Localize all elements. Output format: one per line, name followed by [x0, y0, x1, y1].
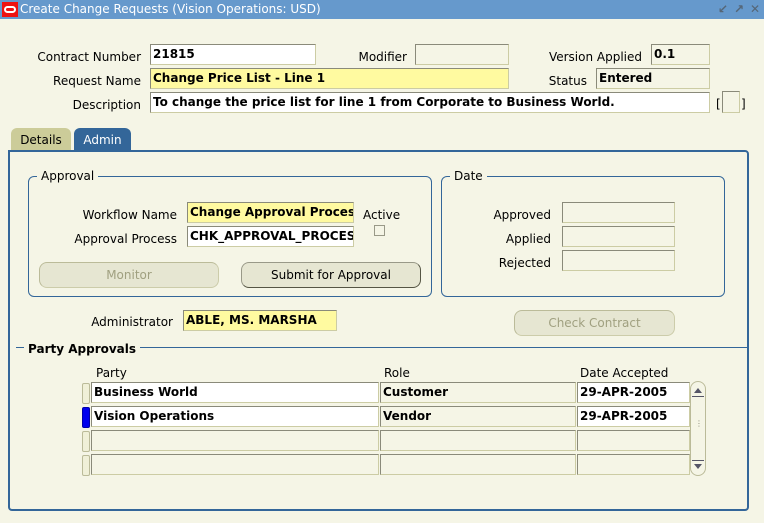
row-indicator-current[interactable] — [82, 407, 90, 428]
party-approvals-scrollbar[interactable]: ⋮ — [690, 381, 706, 476]
request-name-label: Request Name — [53, 74, 141, 88]
dff-close-bracket: ] — [741, 97, 746, 111]
monitor-button[interactable]: Monitor — [39, 262, 219, 288]
table-row: Vision Operations Vendor 29-APR-2005 — [82, 406, 690, 429]
rejected-label: Rejected — [498, 256, 551, 270]
administrator-field[interactable]: ABLE, MS. MARSHA — [183, 310, 337, 331]
table-row: Business World Customer 29-APR-2005 — [82, 382, 690, 405]
table-row — [82, 430, 690, 453]
role-cell[interactable]: Customer — [380, 382, 576, 403]
column-header-party: Party — [96, 366, 127, 380]
maximize-icon[interactable]: ↗ — [732, 2, 746, 17]
date-group-title: Date — [450, 168, 487, 184]
party-cell[interactable] — [91, 430, 379, 451]
version-applied-label: Version Applied — [548, 50, 642, 64]
workflow-name-field[interactable]: Change Approval Process — [187, 202, 354, 223]
descriptive-flexfield[interactable] — [722, 91, 740, 113]
scroll-grip-icon[interactable]: ⋮ — [695, 420, 703, 428]
approval-group-title: Approval — [37, 168, 99, 184]
date-accepted-cell[interactable]: 29-APR-2005 — [577, 406, 690, 427]
contract-number-field[interactable]: 21815 — [150, 44, 316, 65]
status-label: Status — [548, 74, 587, 88]
party-approvals-title: Party Approvals — [24, 341, 141, 357]
oracle-logo-icon — [2, 2, 18, 17]
party-cell[interactable]: Vision Operations — [91, 406, 379, 427]
submit-for-approval-button[interactable]: Submit for Approval — [241, 262, 421, 288]
approval-process-field[interactable]: CHK_APPROVAL_PROCESS — [187, 226, 354, 247]
role-cell[interactable]: Vendor — [380, 406, 576, 427]
approved-date-field[interactable] — [562, 202, 675, 223]
table-row — [82, 454, 690, 477]
role-cell[interactable] — [380, 430, 576, 451]
date-accepted-cell[interactable] — [577, 454, 690, 475]
party-cell[interactable] — [91, 454, 379, 475]
dff-open-bracket: [ — [716, 97, 721, 111]
modifier-field[interactable] — [415, 44, 509, 65]
workflow-name-label: Workflow Name — [82, 208, 177, 222]
tab-admin[interactable]: Admin — [74, 128, 131, 152]
row-indicator[interactable] — [82, 455, 90, 476]
rejected-date-field[interactable] — [562, 250, 675, 271]
description-field[interactable]: To change the price list for line 1 from… — [150, 92, 710, 113]
window-title-bar: Create Change Requests (Vision Operation… — [0, 0, 764, 19]
close-icon[interactable]: ✕ — [748, 2, 762, 17]
scroll-down-icon[interactable] — [694, 464, 702, 469]
row-indicator[interactable] — [82, 383, 90, 404]
scroll-track-bottom — [692, 460, 704, 461]
applied-date-field[interactable] — [562, 226, 675, 247]
date-accepted-cell[interactable]: 29-APR-2005 — [577, 382, 690, 403]
approved-label: Approved — [493, 208, 551, 222]
administrator-label: Administrator — [91, 315, 173, 329]
applied-label: Applied — [505, 232, 551, 246]
window-title: Create Change Requests (Vision Operation… — [20, 2, 321, 16]
column-header-date-accepted: Date Accepted — [580, 366, 669, 380]
active-label: Active — [363, 208, 401, 222]
tab-details[interactable]: Details — [11, 128, 71, 152]
minimize-icon[interactable]: ↙ — [716, 2, 730, 17]
active-checkbox[interactable] — [374, 225, 385, 236]
contract-number-label: Contract Number — [37, 50, 141, 64]
approval-process-label: Approval Process — [74, 232, 177, 246]
check-contract-button[interactable]: Check Contract — [514, 310, 675, 336]
scroll-up-icon[interactable] — [694, 388, 702, 393]
role-cell[interactable] — [380, 454, 576, 475]
column-header-role: Role — [384, 366, 410, 380]
modifier-label: Modifier — [358, 50, 407, 64]
party-cell[interactable]: Business World — [91, 382, 379, 403]
description-label: Description — [72, 98, 141, 112]
date-accepted-cell[interactable] — [577, 430, 690, 451]
row-indicator[interactable] — [82, 431, 90, 452]
version-applied-field[interactable]: 0.1 — [651, 44, 710, 65]
scroll-track-top — [692, 396, 704, 397]
request-name-field[interactable]: Change Price List - Line 1 — [150, 68, 509, 89]
status-field[interactable]: Entered — [596, 68, 710, 89]
